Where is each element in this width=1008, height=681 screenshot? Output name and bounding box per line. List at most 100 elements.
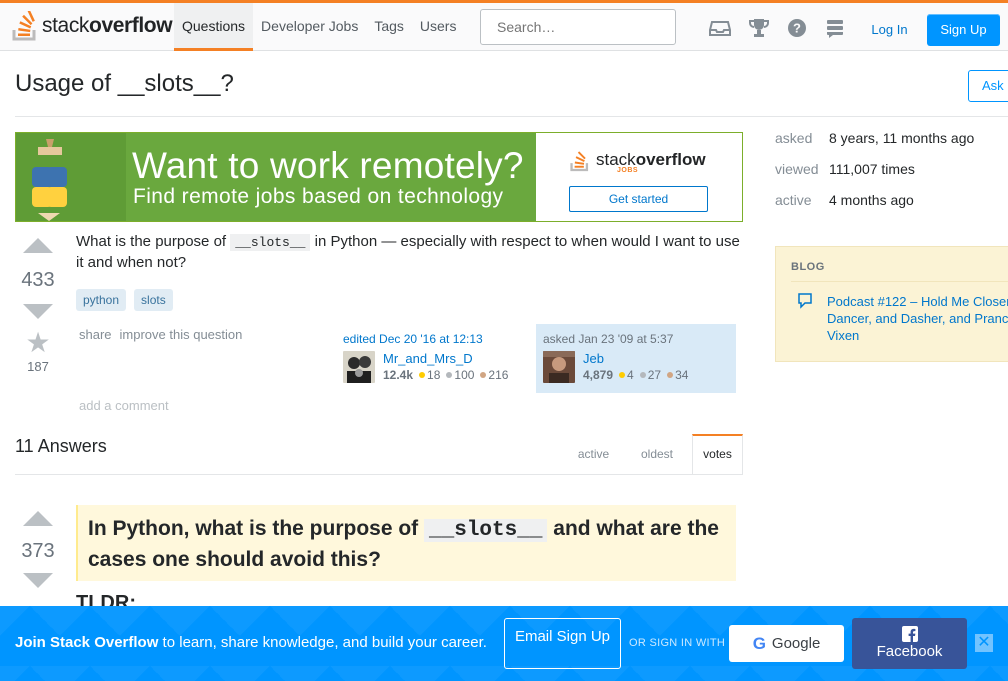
favorite-count: 187 bbox=[27, 359, 49, 374]
question-title[interactable]: Usage of __slots__? bbox=[15, 70, 234, 98]
tab-votes[interactable]: votes bbox=[692, 434, 743, 475]
main-nav: Questions Developer Jobs Tags Users bbox=[174, 3, 464, 51]
answers-count: 11 Answers bbox=[15, 436, 107, 456]
promo-text: Join Stack Overflow to learn, share know… bbox=[15, 634, 487, 651]
search-input[interactable] bbox=[480, 9, 676, 45]
owner-user-card: Jeb 4,879 4 27 34 bbox=[543, 351, 688, 383]
stackoverflow-logo-icon bbox=[570, 151, 589, 172]
editor-avatar[interactable] bbox=[343, 351, 375, 383]
nav-users[interactable]: Users bbox=[412, 3, 465, 51]
question-text-pre: What is the purpose of bbox=[76, 233, 231, 250]
tab-active[interactable]: active bbox=[570, 434, 617, 475]
tag-slots[interactable]: slots bbox=[134, 289, 173, 311]
facebook-signin-button[interactable]: Facebook bbox=[852, 618, 967, 669]
signup-button[interactable]: Sign Up bbox=[927, 14, 1000, 46]
question-vote-cell: 433 ★ 187 bbox=[15, 238, 61, 374]
signup-promo-bar: Join Stack Overflow to learn, share know… bbox=[0, 606, 1008, 681]
speech-bubble-icon bbox=[798, 293, 812, 309]
stackoverflow-logo-icon bbox=[12, 11, 36, 41]
improve-question-link[interactable]: improve this question bbox=[120, 327, 243, 342]
editor-gold-count: 18 bbox=[427, 368, 441, 382]
silver-badge-icon bbox=[639, 372, 646, 379]
question-tags: python slots bbox=[76, 289, 173, 311]
stat-value[interactable]: 8 years, 11 months ago bbox=[829, 130, 974, 161]
owner-reputation: 4,879 4 27 34 bbox=[583, 368, 688, 382]
email-signup-button[interactable]: Email Sign Up bbox=[504, 618, 621, 669]
stat-label: active bbox=[775, 192, 812, 208]
ad-brand-text: stackoverflow bbox=[596, 150, 706, 169]
editor-bronze-count: 216 bbox=[488, 368, 509, 382]
question-post-menu: share improve this question bbox=[79, 327, 242, 342]
gold-badge-icon bbox=[619, 372, 626, 379]
stat-value: 111,007 times bbox=[829, 161, 915, 177]
jobs-ad-banner[interactable]: Want to work remotely? Find remote jobs … bbox=[15, 132, 743, 222]
top-bar: stackoverflow Questions Developer Jobs T… bbox=[0, 0, 1008, 51]
question-vote-count: 433 bbox=[21, 269, 55, 291]
facebook-label: Facebook bbox=[876, 643, 943, 660]
editor-username[interactable]: Mr_and_Mrs_D bbox=[383, 351, 508, 366]
stat-label: asked bbox=[775, 130, 813, 146]
add-comment-link[interactable]: add a comment bbox=[79, 398, 169, 413]
tag-python[interactable]: python bbox=[76, 289, 127, 311]
owner-details: Jeb 4,879 4 27 34 bbox=[583, 351, 688, 382]
stat-value[interactable]: 4 months ago bbox=[829, 192, 914, 223]
favorite-star-icon[interactable]: ★ bbox=[15, 329, 61, 357]
divider bbox=[15, 474, 743, 475]
inbox-icon[interactable] bbox=[709, 17, 731, 39]
edited-timestamp-link[interactable]: edited Dec 20 '16 at 12:13 bbox=[343, 332, 508, 346]
quote-text-pre: In Python, what is the purpose of bbox=[88, 517, 425, 540]
ad-get-started-button[interactable]: Get started bbox=[569, 186, 708, 212]
ask-question-button[interactable]: Ask bbox=[968, 70, 1008, 102]
stat-row: viewed 111,007 times bbox=[775, 161, 974, 192]
ad-white-panel: stackoverflow JOBS Get started bbox=[536, 133, 742, 221]
blog-heading: BLOG bbox=[791, 261, 825, 273]
nav-questions[interactable]: Questions bbox=[174, 3, 254, 51]
trophy-icon[interactable] bbox=[748, 17, 770, 39]
help-icon[interactable]: ? bbox=[786, 17, 808, 39]
gold-badge-icon bbox=[419, 372, 426, 379]
blog-widget: BLOG Podcast #122 – Hold Me Closer, Danc… bbox=[775, 246, 1008, 362]
upvote-arrow-icon[interactable] bbox=[23, 511, 53, 526]
owner-username[interactable]: Jeb bbox=[583, 351, 688, 366]
logo-text: stackoverflow bbox=[42, 14, 173, 37]
facebook-icon bbox=[901, 626, 918, 642]
or-sign-in-label: OR SIGN IN WITH bbox=[629, 637, 726, 649]
divider bbox=[15, 116, 1008, 117]
inline-code: __slots__ bbox=[230, 234, 311, 251]
asked-timestamp: asked Jan 23 '09 at 5:37 bbox=[543, 332, 674, 346]
downvote-arrow-icon[interactable] bbox=[23, 573, 53, 588]
share-link[interactable]: share bbox=[79, 327, 112, 342]
answer-vote-count: 373 bbox=[21, 540, 55, 562]
owner-gold-count: 4 bbox=[627, 368, 634, 382]
editor-reputation: 12.4k 18 100 216 bbox=[383, 368, 508, 382]
bronze-badge-icon bbox=[480, 372, 487, 379]
ad-headline: Want to work remotely? bbox=[132, 145, 524, 186]
ad-subheadline: Find remote jobs based on technology bbox=[133, 185, 504, 208]
owner-avatar[interactable] bbox=[543, 351, 575, 383]
answer-blockquote: In Python, what is the purpose of __slot… bbox=[76, 505, 736, 581]
downvote-arrow-icon[interactable] bbox=[23, 304, 53, 319]
site-switcher-icon[interactable] bbox=[824, 17, 846, 39]
upvote-arrow-icon[interactable] bbox=[23, 238, 53, 253]
svg-text:?: ? bbox=[793, 21, 801, 36]
google-signin-button[interactable]: G Google bbox=[729, 625, 844, 662]
nav-tags[interactable]: Tags bbox=[366, 3, 412, 51]
editor-details: Mr_and_Mrs_D 12.4k 18 100 216 bbox=[383, 351, 508, 382]
close-icon[interactable]: ✕ bbox=[975, 634, 993, 652]
owner-bronze-count: 34 bbox=[675, 368, 689, 382]
answer-vote-cell: 373 bbox=[15, 511, 61, 588]
owner-silver-count: 27 bbox=[647, 368, 662, 382]
divider bbox=[791, 281, 1008, 282]
owner-signature: asked Jan 23 '09 at 5:37 Jeb 4,879 4 27 34 bbox=[543, 332, 688, 383]
tab-oldest[interactable]: oldest bbox=[632, 434, 682, 475]
blog-post-link[interactable]: Podcast #122 – Hold Me Closer, Dancer, a… bbox=[827, 293, 1008, 344]
promo-text-rest: to learn, share knowledge, and build you… bbox=[158, 634, 487, 651]
python-pencil-illustration bbox=[16, 133, 126, 221]
site-logo[interactable]: stackoverflow bbox=[12, 9, 173, 43]
login-button[interactable]: Log In bbox=[858, 14, 921, 46]
stat-label: viewed bbox=[775, 161, 819, 177]
owner-rep-score: 4,879 bbox=[583, 368, 614, 382]
promo-text-bold: Join Stack Overflow bbox=[15, 634, 159, 651]
nav-developer-jobs[interactable]: Developer Jobs bbox=[253, 3, 366, 51]
bronze-badge-icon bbox=[667, 372, 674, 379]
